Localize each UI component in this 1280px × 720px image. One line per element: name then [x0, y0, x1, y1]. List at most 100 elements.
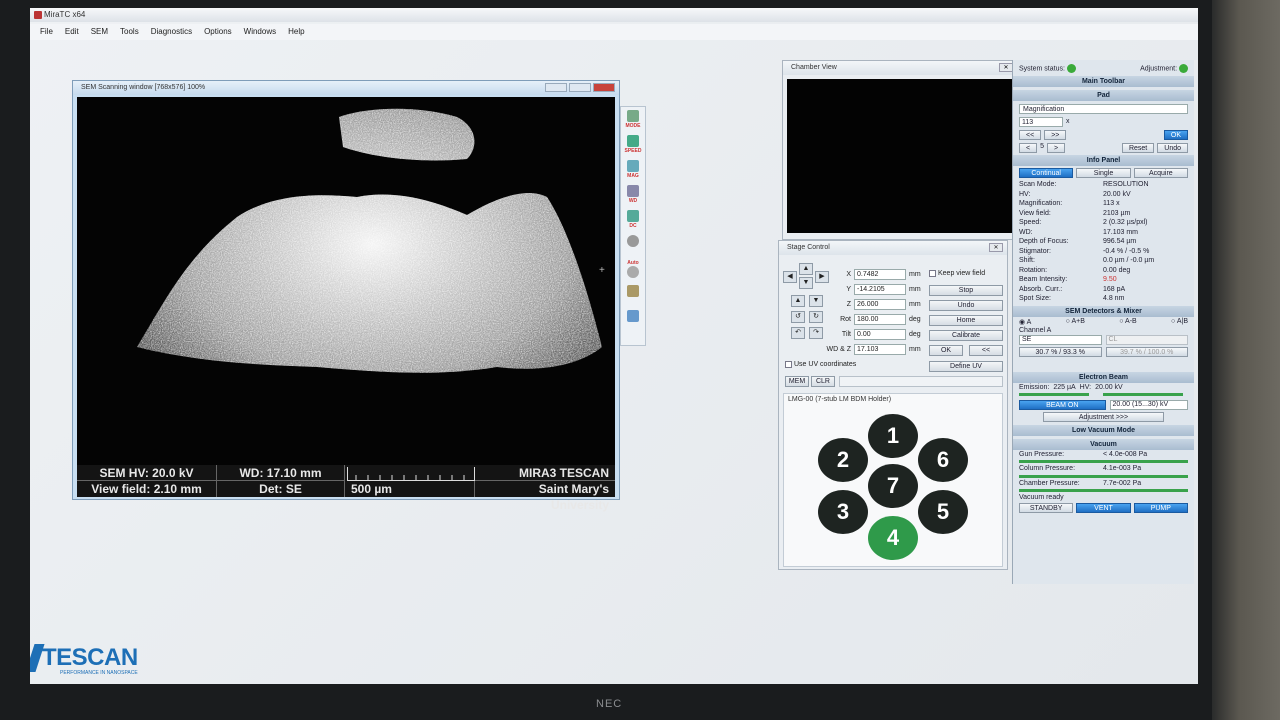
menu-sem[interactable]: SEM [91, 27, 108, 37]
stub-4[interactable]: 4 [868, 516, 918, 560]
hv-select[interactable]: 20.00 (15...30) kV [1109, 399, 1188, 410]
tool-wd-button[interactable]: WD [622, 185, 644, 207]
info-key: Magnification: [1019, 200, 1063, 207]
main-toolbar-header[interactable]: Main Toolbar [1013, 76, 1194, 87]
tool-auto-button[interactable]: Auto [622, 260, 644, 282]
radio-a[interactable]: ◉ A [1019, 318, 1031, 326]
electron-beam-header[interactable]: Electron Beam [1013, 371, 1194, 383]
chamber-close-button[interactable]: ✕ [999, 63, 1013, 72]
undo-button[interactable]: Undo [929, 300, 1003, 311]
info-row: HV: 20.00 kV [1013, 190, 1194, 200]
radio-a-plus-b[interactable]: ○ A+B [1066, 318, 1085, 326]
adjustment-button[interactable]: Adjustment >>> [1043, 411, 1164, 422]
stub-5[interactable]: 5 [918, 490, 968, 534]
stub-3[interactable]: 3 [818, 490, 868, 534]
sem-minimize-button[interactable] [545, 83, 567, 92]
rotate-ccw-button[interactable]: ↺ [791, 311, 805, 323]
pad-undo-button[interactable]: Undo [1157, 143, 1188, 153]
gun-pressure-bar [1019, 460, 1188, 463]
tool-speed-button[interactable]: SPEED [622, 135, 644, 157]
stage-rot-input[interactable]: 180.00 [854, 314, 906, 325]
memory-slots[interactable] [839, 376, 1003, 387]
low-vacuum-header[interactable]: Low Vacuum Mode [1013, 424, 1194, 436]
stub-1[interactable]: 1 [868, 414, 918, 458]
beam-on-button[interactable]: BEAM ON [1019, 399, 1106, 410]
tab-single[interactable]: Single [1076, 168, 1131, 178]
vacuum-header[interactable]: Vacuum [1013, 438, 1194, 450]
sem-maximize-button[interactable] [569, 83, 591, 92]
tool-dc-button[interactable]: DC [622, 210, 644, 232]
use-uv-checkbox[interactable]: Use UV coordinates [785, 361, 856, 368]
stub-2[interactable]: 2 [818, 438, 868, 482]
stage-left-arrow[interactable]: ◀ [783, 271, 797, 283]
detectors-header[interactable]: SEM Detectors & Mixer [1013, 305, 1194, 317]
sem-close-button[interactable] [593, 83, 615, 92]
tilt-plus-button[interactable]: ↷ [809, 327, 823, 339]
radio-a-or-b[interactable]: ○ A|B [1171, 318, 1188, 326]
rotate-cw-button[interactable]: ↻ [809, 311, 823, 323]
detector-a-contrast[interactable]: 30.7 % / 93.3 % [1019, 346, 1102, 357]
beam-values: Emission: 225 µA HV: 20.00 kV [1019, 383, 1123, 391]
stub-7[interactable]: 7 [868, 464, 918, 508]
pad-fast-left-button[interactable]: << [1019, 130, 1042, 140]
stage-ok-button[interactable]: OK [929, 345, 963, 356]
svg-text:+: + [599, 265, 605, 276]
tool-mode-button[interactable]: MODE [622, 110, 644, 132]
pad-header[interactable]: Pad [1013, 90, 1194, 101]
home-button[interactable]: Home [929, 315, 1003, 326]
sem-image[interactable]: + [77, 97, 615, 465]
menu-file[interactable]: File [40, 27, 53, 37]
stage-down-arrow[interactable]: ▼ [799, 277, 813, 289]
tool-stage-button[interactable] [622, 285, 644, 307]
tool-detector-button[interactable] [622, 310, 644, 332]
define-uv-button[interactable]: Define UV [929, 361, 1003, 372]
keep-view-field-checkbox[interactable]: Keep view field [929, 270, 985, 277]
pump-button[interactable]: PUMP [1133, 503, 1188, 513]
info-panel-header[interactable]: Info Panel [1013, 155, 1194, 166]
stage-z-input[interactable]: 26.000 [854, 299, 906, 310]
stub-6[interactable]: 6 [918, 438, 968, 482]
gun-pressure-value: < 4.0e-008 Pa [1103, 450, 1148, 458]
clr-button[interactable]: CLR [811, 376, 835, 387]
monitor-brand: NEC [596, 698, 623, 710]
pad-right-button[interactable]: > [1047, 143, 1066, 153]
stage-back-button[interactable]: << [969, 345, 1003, 356]
stage-up-arrow[interactable]: ▲ [799, 263, 813, 275]
pad-ok-button[interactable]: OK [1163, 130, 1188, 140]
menu-tools[interactable]: Tools [120, 27, 139, 37]
menu-help[interactable]: Help [288, 27, 304, 37]
z-down-arrow[interactable]: ▼ [809, 295, 823, 307]
stage-right-arrow[interactable]: ▶ [815, 271, 829, 283]
pad-left-button[interactable]: < [1019, 143, 1038, 153]
tilt-minus-button[interactable]: ↶ [791, 327, 805, 339]
stage-x-input[interactable]: 0.7482 [854, 269, 906, 280]
tab-acquire[interactable]: Acquire [1133, 168, 1188, 178]
tab-continual[interactable]: Continual [1019, 168, 1074, 178]
tool-mag-button[interactable]: MAG [622, 160, 644, 182]
stage-tilt-input[interactable]: 0.00 [854, 329, 906, 340]
mag-value-input[interactable]: 113 [1019, 117, 1063, 127]
detector-b-contrast[interactable]: 39.7 % / 100.0 % [1105, 346, 1188, 357]
reset-button[interactable]: Reset [1121, 143, 1155, 153]
pad-fast-right-button[interactable]: >> [1044, 130, 1067, 140]
stop-button[interactable]: Stop [929, 285, 1003, 296]
menu-windows[interactable]: Windows [244, 27, 276, 37]
magnification-select[interactable]: Magnification [1019, 104, 1188, 114]
detector-b-select[interactable]: CL [1105, 334, 1188, 345]
chamber-view-title: Chamber View [783, 61, 1017, 75]
detector-a-select[interactable]: SE [1019, 334, 1102, 345]
menu-edit[interactable]: Edit [65, 27, 79, 37]
radio-a-minus-b[interactable]: ○ A-B [1119, 318, 1136, 326]
z-up-arrow[interactable]: ▲ [791, 295, 805, 307]
menu-options[interactable]: Options [204, 27, 232, 37]
vent-button[interactable]: VENT [1076, 503, 1131, 513]
stage-y-input[interactable]: -14.2105 [854, 284, 906, 295]
calibrate-button[interactable]: Calibrate [929, 330, 1003, 341]
menu-diagnostics[interactable]: Diagnostics [151, 27, 192, 37]
standby-button[interactable]: STANDBY [1019, 503, 1074, 513]
tool-contrast-button[interactable] [622, 235, 644, 257]
mem-button[interactable]: MEM [785, 376, 809, 387]
stage-wdz-input[interactable]: 17.103 [854, 344, 906, 355]
stage-close-button[interactable]: ✕ [989, 243, 1003, 252]
logo-text: TESCAN [42, 644, 138, 671]
